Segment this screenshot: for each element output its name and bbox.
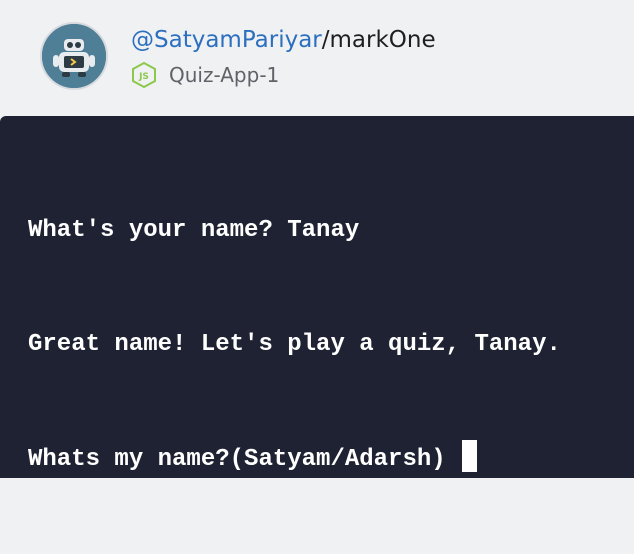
console-terminal[interactable]: What's your name? Tanay Great name! Let'…: [0, 116, 634, 478]
repl-header: @SatyamPariyar/markOne JS Quiz-App-1: [0, 0, 634, 116]
repo-separator: /: [321, 27, 330, 53]
repo-owner-link[interactable]: @SatyamPariyar: [131, 27, 322, 53]
console-line: Great name! Let's play a quiz, Tanay.: [28, 331, 561, 358]
console-prompt-line: Whats my name?(Satyam/Adarsh): [28, 440, 561, 478]
console-line: What's your name? Tanay: [28, 217, 360, 244]
robot-avatar-icon[interactable]: [40, 22, 108, 90]
repl-name: Quiz-App-1: [169, 63, 280, 87]
repo-path: @SatyamPariyar/markOne: [131, 24, 436, 56]
svg-text:JS: JS: [138, 72, 149, 82]
console-output: What's your name? Tanay Great name! Let'…: [28, 136, 561, 554]
repo-name: markOne: [329, 27, 436, 53]
repl-info: JS Quiz-App-1: [131, 60, 279, 90]
console-prompt: Whats my name?(Satyam/Adarsh): [28, 446, 446, 473]
text-cursor: [461, 440, 477, 472]
nodejs-icon: JS: [132, 61, 156, 89]
